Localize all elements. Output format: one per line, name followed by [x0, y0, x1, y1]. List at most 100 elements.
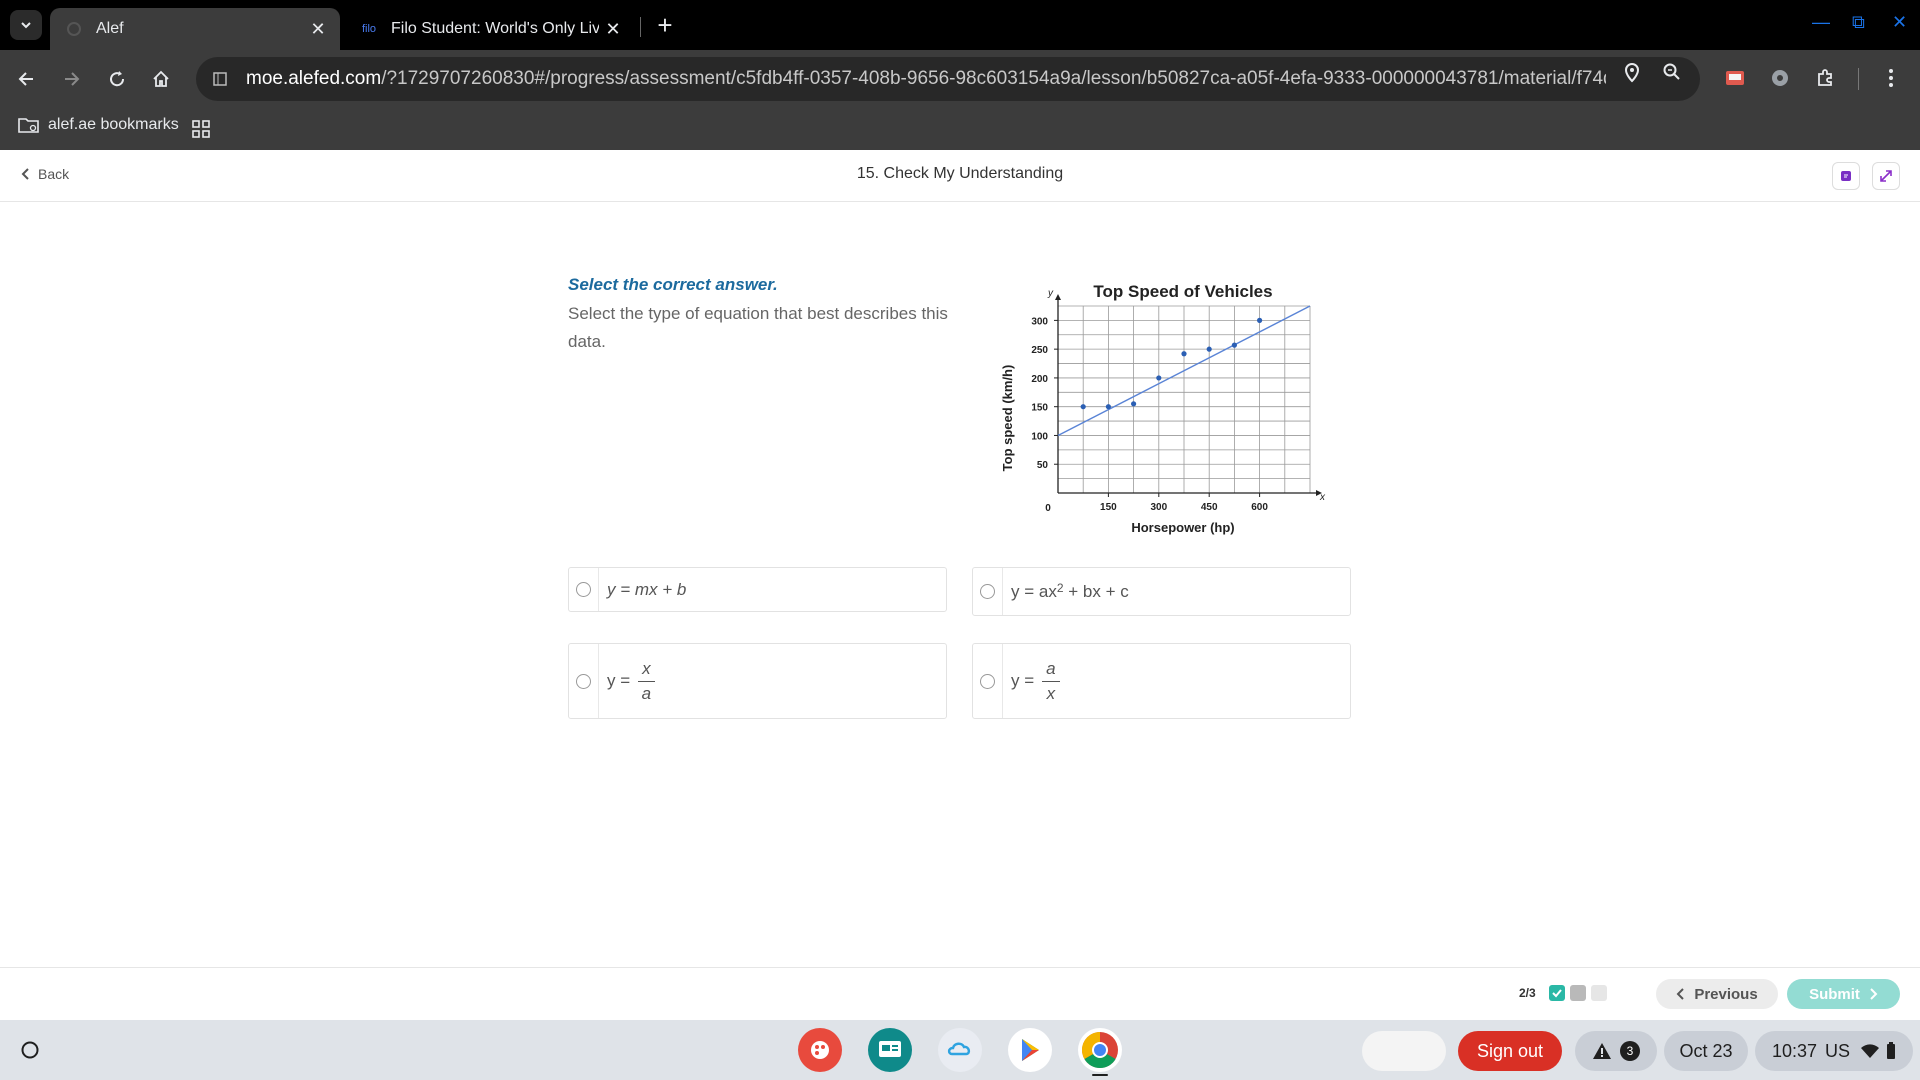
- equation-part: + bx + c: [1063, 581, 1129, 601]
- radio-cell: [569, 568, 599, 611]
- answer-option-direct-variation[interactable]: y = xa: [568, 643, 947, 719]
- data-point: [1231, 342, 1237, 348]
- close-tab-icon[interactable]: ✕: [599, 15, 627, 43]
- denominator: a: [641, 683, 652, 703]
- x-tick-label: 450: [1201, 502, 1218, 513]
- extension-circle-icon[interactable]: [1765, 63, 1795, 93]
- data-point: [1080, 404, 1086, 410]
- chart-grid: [1058, 305, 1311, 493]
- time-text: 10:37: [1771, 1040, 1818, 1061]
- url-text: moe.alefed.com/?1729707260830#/progress/…: [246, 68, 1606, 90]
- purple-note-icon: [1841, 171, 1851, 181]
- browser-tab-filo[interactable]: filo Filo Student: World's Only Live I ✕: [345, 8, 635, 50]
- instruction-text: Select the correct answer.: [568, 275, 778, 294]
- numerator: a: [1042, 659, 1060, 682]
- minimize-icon[interactable]: —: [1812, 12, 1830, 33]
- radio-button[interactable]: [576, 673, 591, 689]
- holding-space-thumbnail[interactable]: [1362, 1031, 1446, 1071]
- launcher-icon[interactable]: [14, 1034, 46, 1066]
- y-tick-label: 100: [1031, 431, 1048, 442]
- radio-button[interactable]: [576, 582, 591, 597]
- data-point: [1257, 317, 1263, 323]
- classroom-app-icon[interactable]: [868, 1028, 912, 1072]
- forward-arrow-icon[interactable]: [56, 64, 86, 94]
- date-text: Oct 23: [1679, 1040, 1733, 1061]
- status-tray[interactable]: 10:37 US: [1755, 1031, 1913, 1071]
- progress-step-done: [1549, 985, 1565, 1001]
- reload-icon[interactable]: [102, 64, 132, 94]
- site-info-icon[interactable]: [208, 71, 232, 87]
- notes-button[interactable]: [1832, 162, 1860, 190]
- url-host: moe.alefed.com: [246, 68, 382, 89]
- progress-step-pending: [1591, 985, 1607, 1001]
- progress-counter: 2/3: [1519, 986, 1536, 1000]
- radio-button[interactable]: [980, 673, 995, 689]
- checkmark-icon: [1552, 989, 1562, 998]
- data-point: [1156, 375, 1162, 381]
- chevron-right-icon: [1870, 988, 1878, 1000]
- url-path: /?1729707260830#/progress/assessment/c5f…: [381, 68, 1606, 89]
- back-arrow-icon[interactable]: [12, 64, 42, 94]
- answer-option-linear[interactable]: y = mx + b: [568, 567, 947, 612]
- extensions-puzzle-icon[interactable]: [1810, 63, 1840, 93]
- scatter-chart: Top Speed of Vehicles y 150 300 450 600 50 10…: [1000, 282, 1326, 535]
- browser-tab-strip: Alef ✕ filo Filo Student: World's Only L…: [0, 0, 1920, 50]
- extension-media-icon[interactable]: [1720, 63, 1750, 93]
- radio-button[interactable]: [980, 584, 995, 599]
- system-shelf: Sign out 3 Oct 23 10:37 US: [0, 1020, 1920, 1080]
- wifi-icon: [1861, 1044, 1880, 1058]
- numerator: x: [638, 659, 655, 682]
- submit-button[interactable]: Submit: [1787, 979, 1900, 1009]
- apps-grid-icon[interactable]: [192, 120, 210, 138]
- equation-text: y = mx + b: [607, 579, 687, 599]
- page-title: 15. Check My Understanding: [856, 165, 1064, 182]
- home-icon[interactable]: [146, 64, 176, 94]
- y-tick-label: 150: [1031, 403, 1048, 414]
- restore-icon[interactable]: ⧉: [1852, 12, 1865, 33]
- more-menu-icon[interactable]: [1876, 63, 1906, 93]
- equation-part: y = ax: [1011, 581, 1057, 601]
- notification-tray[interactable]: 3: [1575, 1031, 1657, 1071]
- zoom-icon[interactable]: [1662, 62, 1682, 87]
- expand-button[interactable]: [1872, 162, 1900, 190]
- battery-icon: [1887, 1042, 1896, 1059]
- play-store-icon[interactable]: [1008, 1028, 1052, 1072]
- exponent: 2: [1056, 580, 1064, 595]
- answer-option-quadratic[interactable]: y = ax 2 + bx + c: [972, 567, 1351, 616]
- y-tick-label: 250: [1031, 345, 1048, 356]
- canvas-app-icon[interactable]: [798, 1028, 842, 1072]
- notification-count: 3: [1620, 1041, 1640, 1061]
- y-axis-symbol-label: y: [1047, 288, 1054, 299]
- cloud-app-icon[interactable]: [938, 1028, 982, 1072]
- data-point: [1206, 346, 1212, 352]
- browser-tab-alef[interactable]: Alef ✕: [50, 8, 340, 50]
- previous-button[interactable]: Previous: [1656, 979, 1778, 1009]
- question-footer: 2/3 Previous Submit: [0, 967, 1920, 1020]
- alef-icon: [64, 19, 84, 39]
- chart-title: Top Speed of Vehicles: [1093, 282, 1272, 301]
- bookmark-folder-alef[interactable]: alef.ae bookmarks: [18, 116, 179, 134]
- equation-prefix: y =: [607, 671, 631, 690]
- data-point: [1181, 351, 1187, 357]
- tab-title: Filo Student: World's Only Live I: [391, 20, 599, 37]
- date-tray[interactable]: Oct 23: [1664, 1031, 1748, 1071]
- answer-option-inverse-variation[interactable]: y = ax: [972, 643, 1351, 719]
- tab-separator: [640, 17, 641, 37]
- option-equation: y = mx + b: [607, 580, 686, 600]
- origin-label: 0: [1045, 503, 1051, 514]
- managed-folder-icon: [18, 118, 39, 133]
- address-bar[interactable]: moe.alefed.com/?1729707260830#/progress/…: [196, 57, 1700, 101]
- close-window-icon[interactable]: ✕: [1892, 12, 1907, 33]
- x-tick-label: 600: [1251, 502, 1268, 513]
- tab-search-button[interactable]: [10, 10, 42, 40]
- tab-title: Alef: [96, 20, 124, 37]
- fraction: ax: [1042, 659, 1060, 704]
- lesson-header: Back 15. Check My Understanding: [0, 150, 1920, 202]
- close-tab-icon[interactable]: ✕: [304, 15, 332, 43]
- locale-text: US: [1825, 1040, 1851, 1061]
- chrome-icon[interactable]: [1078, 1028, 1122, 1072]
- location-pin-icon[interactable]: [1622, 62, 1642, 89]
- sign-out-button[interactable]: Sign out: [1458, 1031, 1562, 1071]
- new-tab-button[interactable]: +: [650, 10, 680, 40]
- option-equation: y = ax 2 + bx + c: [1011, 580, 1129, 602]
